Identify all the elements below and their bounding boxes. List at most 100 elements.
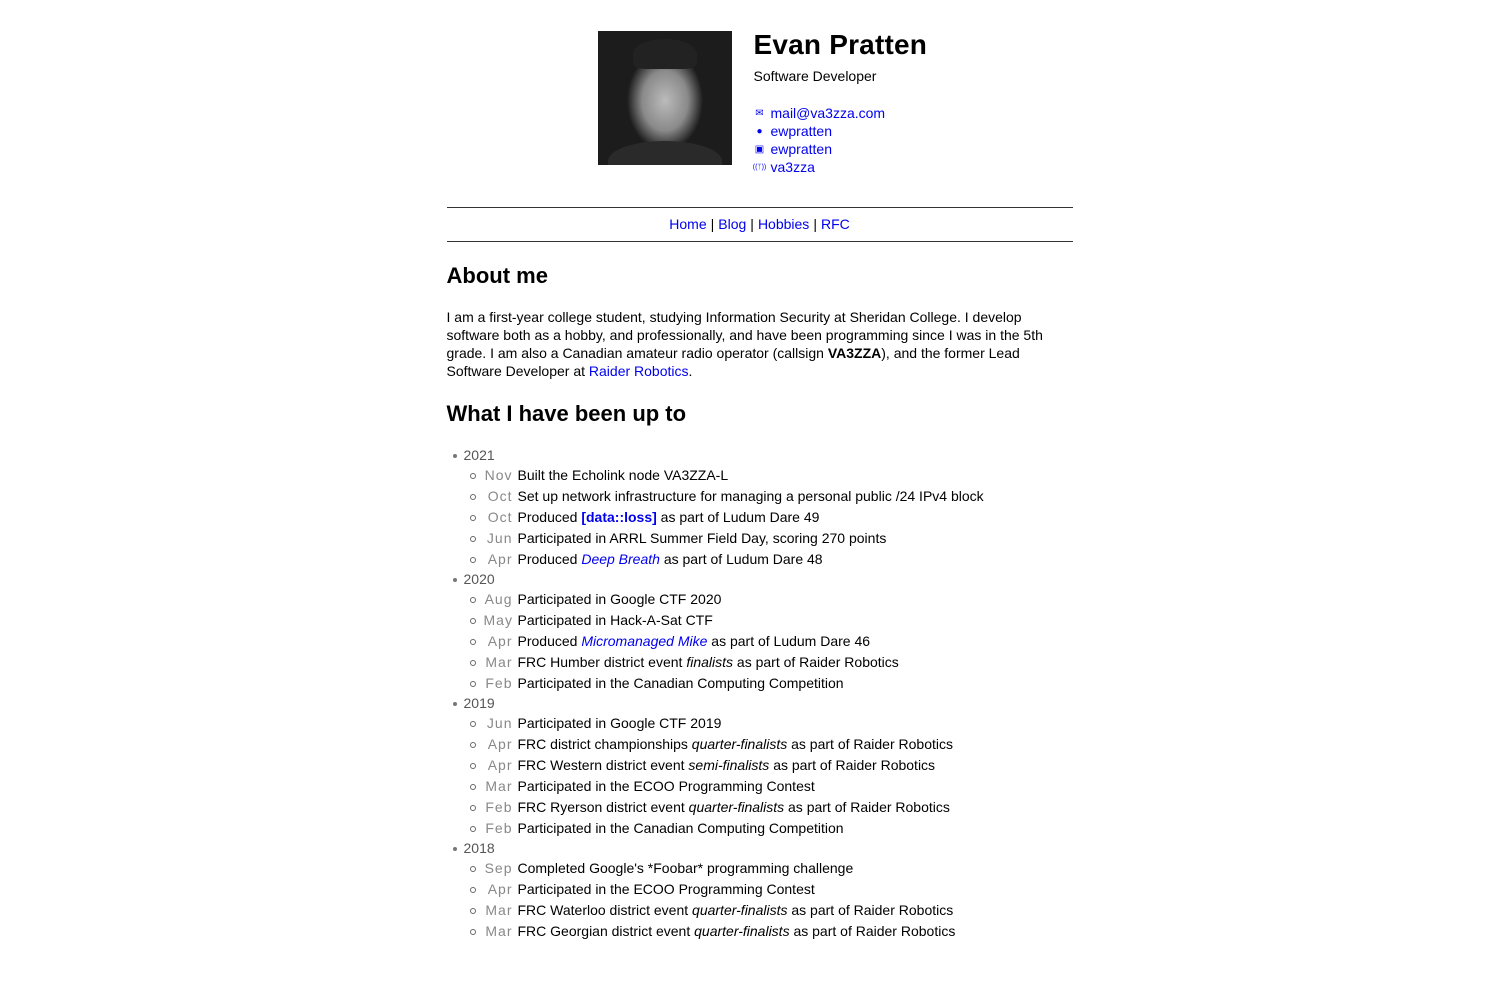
month-label: Feb <box>485 799 513 815</box>
month-label: Aug <box>484 591 513 607</box>
profile-role: Software Developer <box>753 68 877 84</box>
month-label: Oct <box>487 488 513 504</box>
list-item: Apr Produced Micromanaged Mike as part of… <box>447 631 1073 652</box>
year-group: 2018 Sep Completed Google's *Foobar* progr… <box>447 839 1073 942</box>
item-description: Participated in the Canadian Computing C… <box>518 818 844 839</box>
item-description: Produced Micromanaged Mike as part of Lu… <box>518 631 871 652</box>
item-description: FRC Waterloo district event quarter-fina… <box>518 900 954 921</box>
contact-link[interactable]: ewpratten <box>771 141 832 157</box>
month-label: Sep <box>484 860 513 876</box>
text: Participated in Google CTF 2019 <box>517 715 722 731</box>
month-label: Mar <box>485 778 513 794</box>
month-label: Apr <box>487 736 513 752</box>
list-item: Nov Built the Echolink node VA3ZZA-L <box>447 465 1073 486</box>
text: . <box>688 363 693 379</box>
inline-link[interactable]: Deep Breath <box>581 551 660 567</box>
emphasis-text: quarter-finalists <box>691 736 788 752</box>
text: as part of Ludum Dare 48 <box>659 551 823 567</box>
text: Produced <box>517 633 582 649</box>
list-item: Oct Set up network infrastructure for man… <box>447 486 1073 507</box>
text: Participated in ARRL Summer Field Day, s… <box>517 530 887 546</box>
list-item: Mar FRC Humber district event finalists a… <box>447 652 1073 673</box>
item-description: Participated in Google CTF 2019 <box>518 713 722 734</box>
text: as part of Raider Robotics <box>769 757 936 773</box>
emphasis-text: quarter-finalists <box>694 923 790 939</box>
contact-link[interactable]: ewpratten <box>771 123 832 139</box>
text: Participated in the Canadian Computing C… <box>517 675 844 691</box>
item-description: FRC Georgian district event quarter-fina… <box>518 921 956 942</box>
list-item: Apr FRC district championships quarter-fi… <box>447 734 1073 755</box>
year-label: 2020 <box>447 570 1073 589</box>
inline-link[interactable]: [data::loss] <box>581 509 656 525</box>
year-label: 2018 <box>447 839 1073 858</box>
item-description: Built the Echolink node VA3ZZA-L <box>518 465 729 486</box>
item-description: Produced [data::loss] as part of Ludum D… <box>518 507 820 528</box>
month-label: Apr <box>487 881 513 897</box>
list-item: Apr FRC Western district event semi-final… <box>447 755 1073 776</box>
inline-link[interactable]: Raider Robotics <box>589 363 689 379</box>
contact-item: ✉ mail@va3zza.com <box>754 104 928 122</box>
contact-item: ● ewpratten <box>754 122 928 140</box>
nav-separator: | <box>710 216 715 232</box>
month-label: Feb <box>485 675 513 691</box>
activity-heading: What I have been up to <box>446 401 687 426</box>
month-label: Jun <box>486 715 513 731</box>
year-items: Aug Participated in Google CTF 2020 May Par… <box>447 589 1073 694</box>
text: as part of Raider Robotics <box>787 736 953 752</box>
nav-link-hobbies[interactable]: Hobbies <box>758 216 809 232</box>
list-item: Feb Participated in the Canadian Computin… <box>447 818 1073 839</box>
about-heading: About me <box>446 263 548 288</box>
text: Produced <box>517 551 582 567</box>
mail-icon: ✉ <box>755 107 764 119</box>
text: as part of Raider Robotics <box>784 799 950 815</box>
contact-item: ▣ ewpratten <box>754 140 928 158</box>
item-description: Participated in Hack-A-Sat CTF <box>518 610 713 631</box>
inline-link[interactable]: Micromanaged Mike <box>581 633 707 649</box>
profile-info: Evan Pratten Software Developer ✉ mail@va… <box>752 31 928 176</box>
year-items: Jun Participated in Google CTF 2019 Apr FRC… <box>447 713 1073 839</box>
month-label: Oct <box>487 509 513 525</box>
emphasis-text: quarter-finalists <box>688 799 785 815</box>
text: FRC Waterloo district event <box>517 902 693 918</box>
year-group: 2019 Jun Participated in Google CTF 2019 Ap… <box>447 694 1073 839</box>
page-content: Evan Pratten Software Developer ✉ mail@va… <box>439 0 1073 942</box>
text: Built the Echolink node VA3ZZA-L <box>517 467 729 483</box>
nav-link-home[interactable]: Home <box>669 216 706 232</box>
year-group: 2020 Aug Participated in Google CTF 2020 Ma… <box>447 570 1073 694</box>
item-description: Produced Deep Breath as part of Ludum Da… <box>518 549 823 570</box>
item-description: FRC Western district event semi-finalist… <box>518 755 936 776</box>
item-description: Participated in ARRL Summer Field Day, s… <box>518 528 887 549</box>
text: Participated in the Canadian Computing C… <box>517 820 844 836</box>
contact-link[interactable]: mail@va3zza.com <box>771 105 886 121</box>
emphasis-text: semi-finalists <box>688 757 770 773</box>
about-paragraph: I am a first-year college student, study… <box>447 308 1062 380</box>
list-item: Aug Participated in Google CTF 2020 <box>447 589 1073 610</box>
activity-list: 2021 Nov Built the Echolink node VA3ZZA-L O… <box>447 446 1073 942</box>
month-label: May <box>483 612 513 628</box>
text: Participated in Hack-A-Sat CTF <box>517 612 713 628</box>
nav-link-rfc[interactable]: RFC <box>821 216 850 232</box>
item-description: Participated in the ECOO Programming Con… <box>518 776 815 797</box>
list-item: Mar FRC Waterloo district event quarter-f… <box>447 900 1073 921</box>
month-label: Mar <box>485 654 513 670</box>
radio-tower-icon: ((ᛉ)) <box>752 163 767 171</box>
list-item: Mar FRC Georgian district event quarter-f… <box>447 921 1073 942</box>
month-label: Apr <box>487 551 513 567</box>
text: FRC Ryerson district event <box>517 799 689 815</box>
year-group: 2021 Nov Built the Echolink node VA3ZZA-L O… <box>447 446 1073 570</box>
list-item: Jun Participated in ARRL Summer Field Day… <box>447 528 1073 549</box>
list-item: Mar Participated in the ECOO Programming … <box>447 776 1073 797</box>
contact-item: ((ᛉ)) va3zza <box>752 158 928 176</box>
month-label: Mar <box>485 902 513 918</box>
text: as part of Ludum Dare 49 <box>656 509 820 525</box>
nav-link-blog[interactable]: Blog <box>718 216 746 232</box>
contact-link[interactable]: va3zza <box>771 159 815 175</box>
item-description: Participated in Google CTF 2020 <box>518 589 722 610</box>
list-item: Feb FRC Ryerson district event quarter-fi… <box>447 797 1073 818</box>
year-items: Nov Built the Echolink node VA3ZZA-L Oct Se… <box>447 465 1073 570</box>
text: Completed Google's *Foobar* programming … <box>517 860 854 876</box>
item-description: Set up network infrastructure for managi… <box>518 486 984 507</box>
text: FRC Georgian district event <box>517 923 695 939</box>
emphasis-text: VA3ZZA <box>827 345 882 361</box>
text: FRC district championships <box>517 736 692 752</box>
